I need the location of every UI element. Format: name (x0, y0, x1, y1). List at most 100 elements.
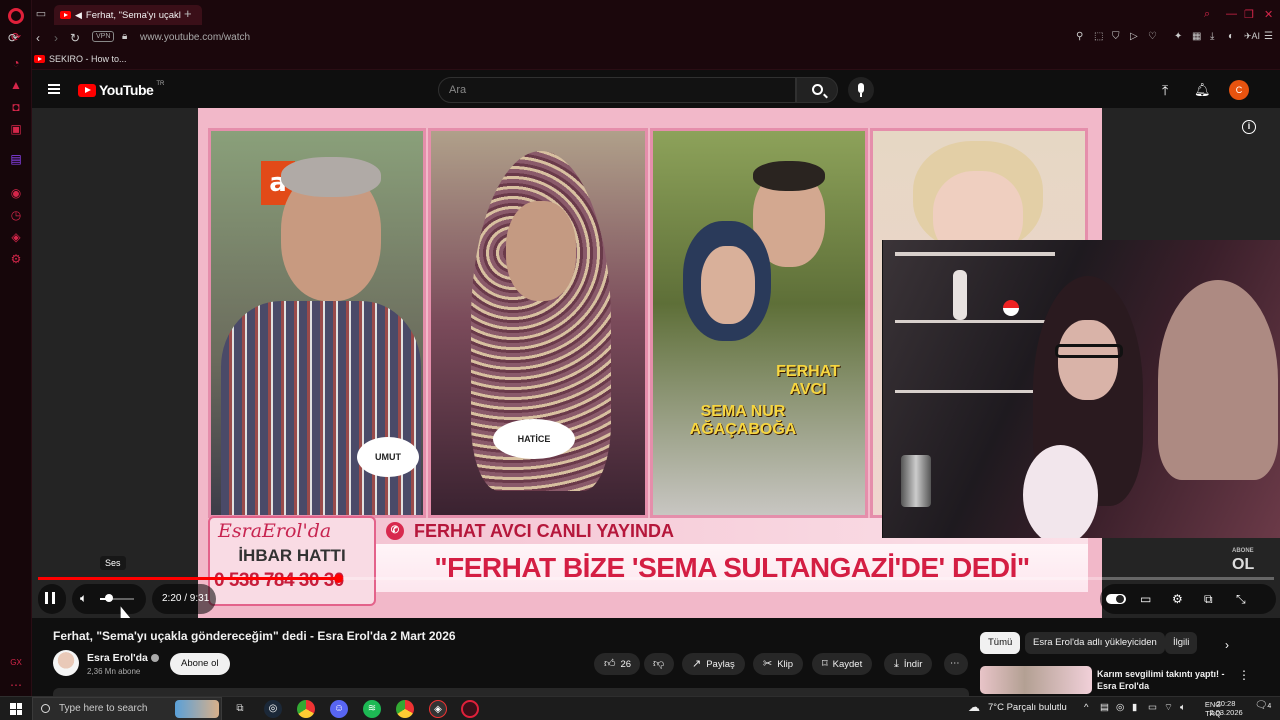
opera-icon[interactable] (461, 700, 479, 718)
refresh-icon[interactable]: ↻ (70, 31, 80, 45)
description-box[interactable] (53, 688, 969, 696)
progress-bar[interactable] (38, 574, 1274, 583)
flow-icon[interactable]: ▲ (9, 78, 23, 92)
speaker-icon[interactable]: ◀ (75, 10, 82, 21)
channel-name[interactable]: Esra Erol'da (87, 652, 159, 664)
profile-icon[interactable]: ◐ (1228, 31, 1234, 42)
dislike-button[interactable]: 👎︎ (644, 653, 674, 675)
notification-center[interactable]: 🗨︎4 (1252, 701, 1274, 711)
back-icon[interactable]: ‹ (36, 31, 40, 45)
like-button[interactable]: 👍︎ 26 (594, 653, 640, 675)
close-icon[interactable]: ✕ (1264, 8, 1273, 21)
volume-icon[interactable]: 🔈︎ (80, 591, 87, 606)
taskbar-search-text: Type here to search (59, 703, 148, 714)
tray-network-icon[interactable]: ▤ (1100, 702, 1109, 713)
account-avatar[interactable]: C (1229, 80, 1249, 100)
gx-icon[interactable]: GX (9, 656, 23, 670)
guide-menu-icon[interactable] (48, 84, 60, 94)
headline-banner: "FERHAT BİZE 'SEMA SULTANGAZİ'DE' DEDİ" (376, 544, 1088, 592)
chrome-icon[interactable] (297, 700, 315, 718)
voice-search-button[interactable] (848, 77, 874, 103)
windows-start-icon[interactable] (10, 703, 22, 715)
youtube-logo[interactable]: YouTube TR (78, 81, 164, 98)
tray-mic-icon[interactable]: ▮ (1132, 702, 1137, 713)
new-tab-button[interactable]: + (184, 6, 192, 21)
discord-icon[interactable]: ☺ (330, 700, 348, 718)
share-icon: ↗ (692, 658, 702, 670)
wallet-icon[interactable]: ▦ (1192, 31, 1201, 42)
chip-all[interactable]: Tümü (980, 632, 1021, 654)
tab-youtube[interactable]: ◀ Ferhat, "Sema'yı uçakl (54, 5, 202, 25)
miniplayer-icon[interactable]: ⧉ (1204, 592, 1213, 607)
channel-avatar[interactable] (53, 650, 79, 676)
search-button[interactable] (796, 77, 838, 103)
minimize-icon[interactable]: — (1226, 8, 1237, 20)
pin-icon[interactable]: ⚲ (1076, 31, 1083, 42)
play-icon[interactable]: ▷ (1130, 31, 1138, 42)
weather-text[interactable]: 7°C Parçalı bulutlu (988, 702, 1067, 713)
extension-puzzle-icon[interactable]: ✦ (1174, 31, 1182, 42)
recommended-title[interactable]: Karım sevgilimi takıntı yaptı! - Esra Er… (1097, 668, 1227, 692)
easy-setup-icon[interactable]: ☰ (1264, 31, 1273, 42)
chrome-icon-2[interactable] (396, 700, 414, 718)
maximize-icon[interactable]: ❐ (1244, 8, 1254, 21)
history-icon[interactable]: ◷ (9, 208, 23, 222)
weather-icon[interactable]: ☁ (968, 700, 980, 714)
fullscreen-icon[interactable]: ⤡ (1236, 592, 1246, 607)
notifications-bell-icon[interactable]: 🔔︎ (1194, 82, 1211, 98)
twitch-icon[interactable]: ▤ (9, 152, 23, 166)
info-icon[interactable]: i (1242, 120, 1256, 134)
subtitles-icon[interactable]: ▭ (1140, 592, 1151, 606)
create-upload-icon[interactable]: ⤒ (1162, 82, 1168, 99)
tab-menu-icon[interactable]: ▭ (34, 7, 48, 21)
download-button[interactable]: ⤓ İndir (884, 653, 933, 675)
download-icon[interactable]: ⤓ (1210, 31, 1214, 42)
snapshot-icon[interactable]: ⬚ (1094, 31, 1103, 42)
volume-knob[interactable] (104, 594, 113, 602)
shield-icon[interactable]: ⛉ (1112, 31, 1120, 42)
more-actions-button[interactable]: ⋯ (944, 653, 968, 675)
sync-icon[interactable]: ⟳ (8, 31, 18, 45)
forward-icon[interactable]: › (54, 31, 58, 45)
search-input[interactable]: Ara (438, 77, 796, 103)
lock-icon[interactable]: 🔒︎ (122, 31, 127, 42)
url-field[interactable]: www.youtube.com/watch (140, 32, 250, 43)
more-icon[interactable]: ⋯ (9, 678, 23, 692)
aria-icon[interactable]: ◔ (9, 56, 23, 70)
subscribe-button[interactable]: Abone ol (170, 653, 230, 675)
messenger-icon[interactable]: ◘ (9, 100, 23, 114)
settings-icon[interactable]: ⚙ (9, 252, 23, 266)
recommended-more-icon[interactable]: ⋮ (1238, 668, 1250, 682)
pause-icon[interactable] (45, 592, 55, 604)
save-button[interactable]: ⌑ Kaydet (812, 653, 873, 675)
mail-icon[interactable]: ▣ (9, 122, 23, 136)
tray-speaker-icon[interactable]: 🔈︎ (1180, 702, 1186, 713)
tray-wifi-icon[interactable]: ⌔ (1164, 702, 1173, 713)
recommended-thumbnail[interactable] (980, 666, 1092, 694)
system-clock[interactable]: 20:28 2.03.2026 (1204, 699, 1248, 717)
taskbar-search[interactable]: Type here to search (32, 697, 222, 720)
chip-related[interactable]: İlgili (1165, 632, 1198, 654)
heart-icon[interactable]: ♡ (1148, 31, 1157, 42)
steam-icon[interactable]: ◎ (264, 700, 282, 718)
opera-logo-icon[interactable] (8, 8, 24, 24)
opera-gx-icon[interactable]: ◈ (429, 700, 447, 718)
chips-next-icon[interactable]: › (1225, 638, 1229, 652)
search-tabs-icon[interactable]: ⌕ (1204, 8, 1210, 21)
autoplay-toggle[interactable] (1106, 594, 1126, 604)
tray-chevron-icon[interactable]: ^ (1084, 702, 1088, 713)
tray-steam-icon[interactable]: ◎ (1116, 702, 1124, 713)
share-button[interactable]: ↗ Paylaş (682, 653, 745, 675)
chip-from-uploader[interactable]: Esra Erol'da adlı yükleyiciden (1025, 632, 1165, 654)
settings-gear-icon[interactable]: ⚙ (1172, 592, 1183, 606)
ai-button[interactable]: ✈AI (1244, 31, 1260, 42)
bookmark-sekiro[interactable]: SEKIRO - How to... (34, 54, 127, 64)
tray-display-icon[interactable]: ▭ (1148, 702, 1157, 713)
clip-button[interactable]: ✂ Klip (753, 653, 804, 675)
vpn-badge[interactable]: VPN (92, 31, 115, 42)
video-player[interactable]: a UMUT HATİCE FERHAT AVCI SEMA NUR AĞAÇA… (32, 108, 1280, 618)
player-icon[interactable]: ◉ (9, 186, 23, 200)
spotify-icon[interactable]: ≋ (363, 700, 381, 718)
task-view-icon[interactable]: ⧉ (231, 700, 249, 718)
extensions-icon[interactable]: ◈ (9, 230, 23, 244)
